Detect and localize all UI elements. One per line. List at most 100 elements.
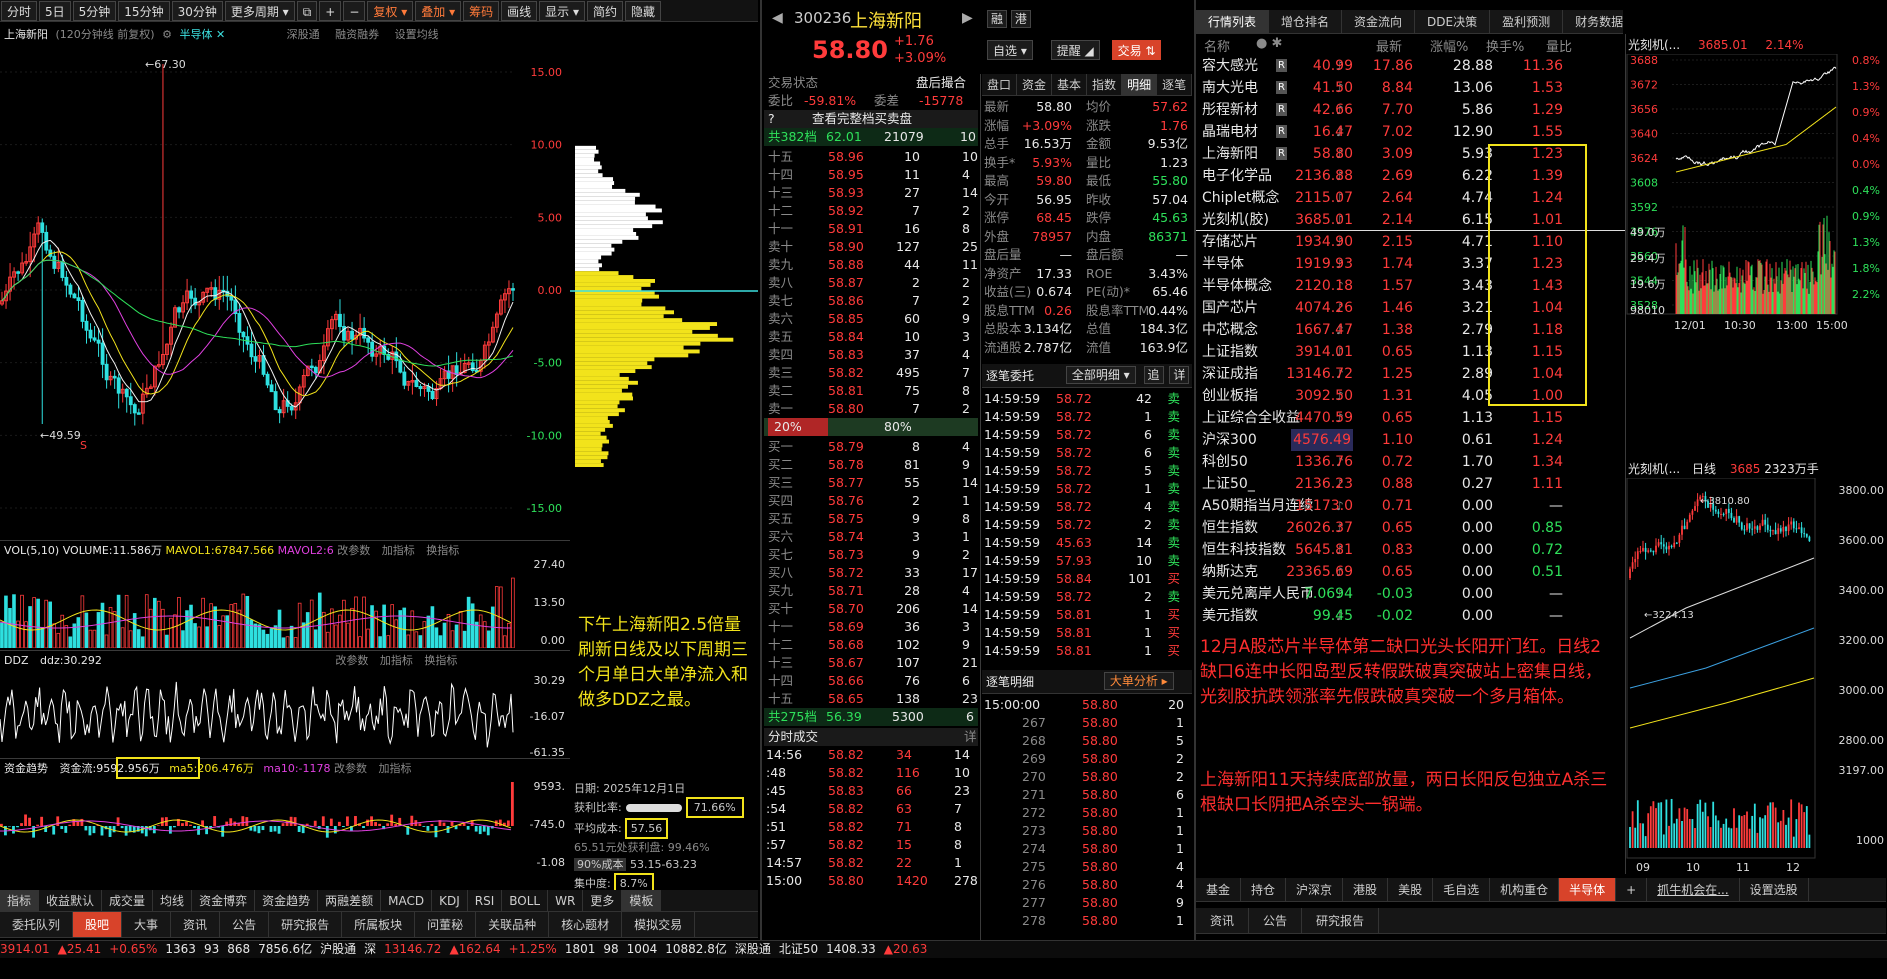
sector-tab-10[interactable]: 设置选股 [1740,878,1809,902]
sector-tab-5[interactable]: 毛自选 [1433,878,1490,902]
layout-icon[interactable]: ⧉ [297,1,318,21]
col-volratio[interactable]: 量比 [1546,36,1572,55]
list-row[interactable]: A50期指当月连续♪15173.00.710.00— [1196,495,1623,517]
list-row[interactable]: 美元指数♪99.45-0.020.00— [1196,605,1623,627]
sector-tab-8[interactable]: + [1616,878,1647,902]
list-row[interactable]: 恒生科技指数♪5645.810.830.000.72 [1196,539,1623,561]
info-tab-9[interactable]: 核心题材 [549,912,622,938]
list-tab-5[interactable]: 财务数据 [1563,10,1623,34]
tick-detail-button[interactable]: 详 [1169,366,1189,384]
flow-change-param[interactable]: 改参数 [334,762,367,775]
adjust-button[interactable]: 复权 ▾ [367,1,413,21]
tab-30min[interactable]: 30分钟 [172,1,223,21]
info-tab-10[interactable]: 模拟交易 [622,912,695,938]
indicator-tab-8[interactable]: KDJ [432,890,468,912]
sector-tab-3[interactable]: 港股 [1343,878,1388,902]
margin-badge[interactable]: 融 港 [987,10,1031,28]
kline-chart[interactable]: 15.0010.005.000.00-5.00-10.00-15.00←67.3… [0,44,570,540]
list-tab-4[interactable]: 盈利预测 [1490,10,1563,34]
list-row[interactable]: 沪深300♪4576.491.100.611.24 [1196,429,1623,451]
list-row[interactable]: 美元兑离岸人民币♪7.0694-0.030.00— [1196,583,1623,605]
detail-tab-5[interactable]: 逐笔 [1157,74,1192,96]
sort-icon[interactable]: ● ✱ [1256,36,1282,51]
trade-button[interactable]: 交易 ⇅ [1112,40,1162,60]
link-hsgt[interactable]: 深股通 [287,28,320,41]
info-tab-7[interactable]: 问董秘 [415,912,476,938]
info-tab-4[interactable]: 公告 [220,912,269,938]
info-tab-5[interactable]: 研究报告 [269,912,342,938]
sector-tag[interactable]: 半导体 [179,28,212,41]
hk-badge[interactable]: 港 [1011,10,1031,28]
sector-tab-0[interactable]: 基金 [1196,878,1241,902]
tab-intraday[interactable]: 分时 [1,1,37,21]
info-tab-r-0[interactable]: 资讯 [1196,908,1249,934]
detail-tab-3[interactable]: 指数 [1087,74,1122,96]
ddz-swap-indicator[interactable]: 换指标 [424,654,457,667]
list-tab-0[interactable]: 行情列表 [1196,10,1269,34]
watchlist-button[interactable]: 自选 ▾ [987,40,1033,60]
ddz-change-param[interactable]: 改参数 [335,654,368,667]
draw-button[interactable]: 画线 [501,1,537,21]
vol-add-indicator[interactable]: 加指标 [382,544,415,557]
sector-tab-7[interactable]: 半导体 [1559,878,1616,902]
info-tab-r-2[interactable]: 研究报告 [1302,908,1379,934]
flow-add-indicator[interactable]: 加指标 [378,762,411,775]
indicator-tab-6[interactable]: 两融差额 [318,890,381,912]
indicator-tab-7[interactable]: MACD [381,890,432,912]
list-tab-1[interactable]: 增仓排名 [1269,10,1342,34]
zoom-in-icon[interactable]: + [319,1,341,21]
indicator-tab-9[interactable]: RSI [468,890,503,912]
info-tab-1[interactable]: 股吧 [73,912,122,938]
hide-button[interactable]: 隐藏 [625,1,661,21]
vol-swap-indicator[interactable]: 换指标 [426,544,459,557]
zoom-out-icon[interactable]: − [343,1,365,21]
list-row[interactable]: 上证综合全收益♪4470.590.651.131.15 [1196,407,1623,429]
mini-kline-chart[interactable]: 3800.003600.003400.003200.003000.002800.… [1626,478,1886,878]
link-margin[interactable]: 融资融券 [335,28,379,41]
info-tab-8[interactable]: 关联品种 [476,912,549,938]
ddz-add-indicator[interactable]: 加指标 [380,654,413,667]
tab-5min[interactable]: 5分钟 [73,1,117,21]
link-set-ma[interactable]: 设置均线 [395,28,439,41]
indicator-tab-10[interactable]: BOLL [502,890,548,912]
gear-icon[interactable]: ⚙ [162,28,172,41]
sector-tab-2[interactable]: 沪深京 [1286,878,1343,902]
list-row[interactable]: 晶瑞电材R♪16.477.0212.901.55 [1196,121,1623,143]
list-row[interactable]: 恒生指数♪26026.370.650.000.85 [1196,517,1623,539]
overlay-button[interactable]: 叠加 ▾ [415,1,461,21]
alert-button[interactable]: 提醒 ◢ [1051,40,1100,60]
detail-tab-2[interactable]: 基本 [1052,74,1087,96]
simple-button[interactable]: 简约 [587,1,623,21]
more-period-select[interactable]: 更多周期 ▾ [225,1,295,21]
list-tab-2[interactable]: 资金流向 [1342,10,1415,34]
indicator-tab-0[interactable]: 指标 [0,890,39,912]
col-turnover[interactable]: 换手% [1486,36,1524,55]
info-tab-0[interactable]: 委托队列 [0,912,73,938]
chips-button[interactable]: 筹码 [463,1,499,21]
detail-tab-4[interactable]: 明细 [1122,74,1157,96]
vol-change-param[interactable]: 改参数 [337,544,370,557]
col-last[interactable]: 最新 [1376,36,1402,55]
prev-stock-icon[interactable]: ◀ [772,10,783,26]
info-tab-6[interactable]: 所属板块 [342,912,415,938]
sector-tab-4[interactable]: 美股 [1388,878,1433,902]
indicator-tab-5[interactable]: 资金趋势 [255,890,318,912]
tab-15min[interactable]: 15分钟 [118,1,169,21]
big-order-button[interactable]: 大单分析 ▸ [1104,672,1174,690]
detail-tab-0[interactable]: 盘口 [982,74,1017,96]
sector-tab-9[interactable]: 抓牛机会在... [1647,878,1739,902]
sector-tab-6[interactable]: 机构重仓 [1490,878,1559,902]
info-tab-3[interactable]: 资讯 [171,912,220,938]
sector-tab-1[interactable]: 持仓 [1241,878,1286,902]
indicator-tab-2[interactable]: 成交量 [102,890,153,912]
close-icon[interactable]: ✕ [216,28,225,41]
col-pct[interactable]: 涨幅% [1430,36,1468,55]
display-button[interactable]: 显示 ▾ [539,1,585,21]
next-stock-icon[interactable]: ▶ [962,10,973,26]
tick-chase-button[interactable]: 追 [1144,366,1164,384]
tab-5day[interactable]: 5日 [39,1,71,21]
list-tab-3[interactable]: DDE决策 [1415,10,1490,34]
list-row[interactable]: 容大感光R♪40.9917.8628.8811.36 [1196,55,1623,77]
full-book-row[interactable]: ?查看完整档买卖盘 [764,110,978,128]
mini-intraday-chart[interactable]: 3688367236563640362436083592357635603544… [1626,54,1886,454]
